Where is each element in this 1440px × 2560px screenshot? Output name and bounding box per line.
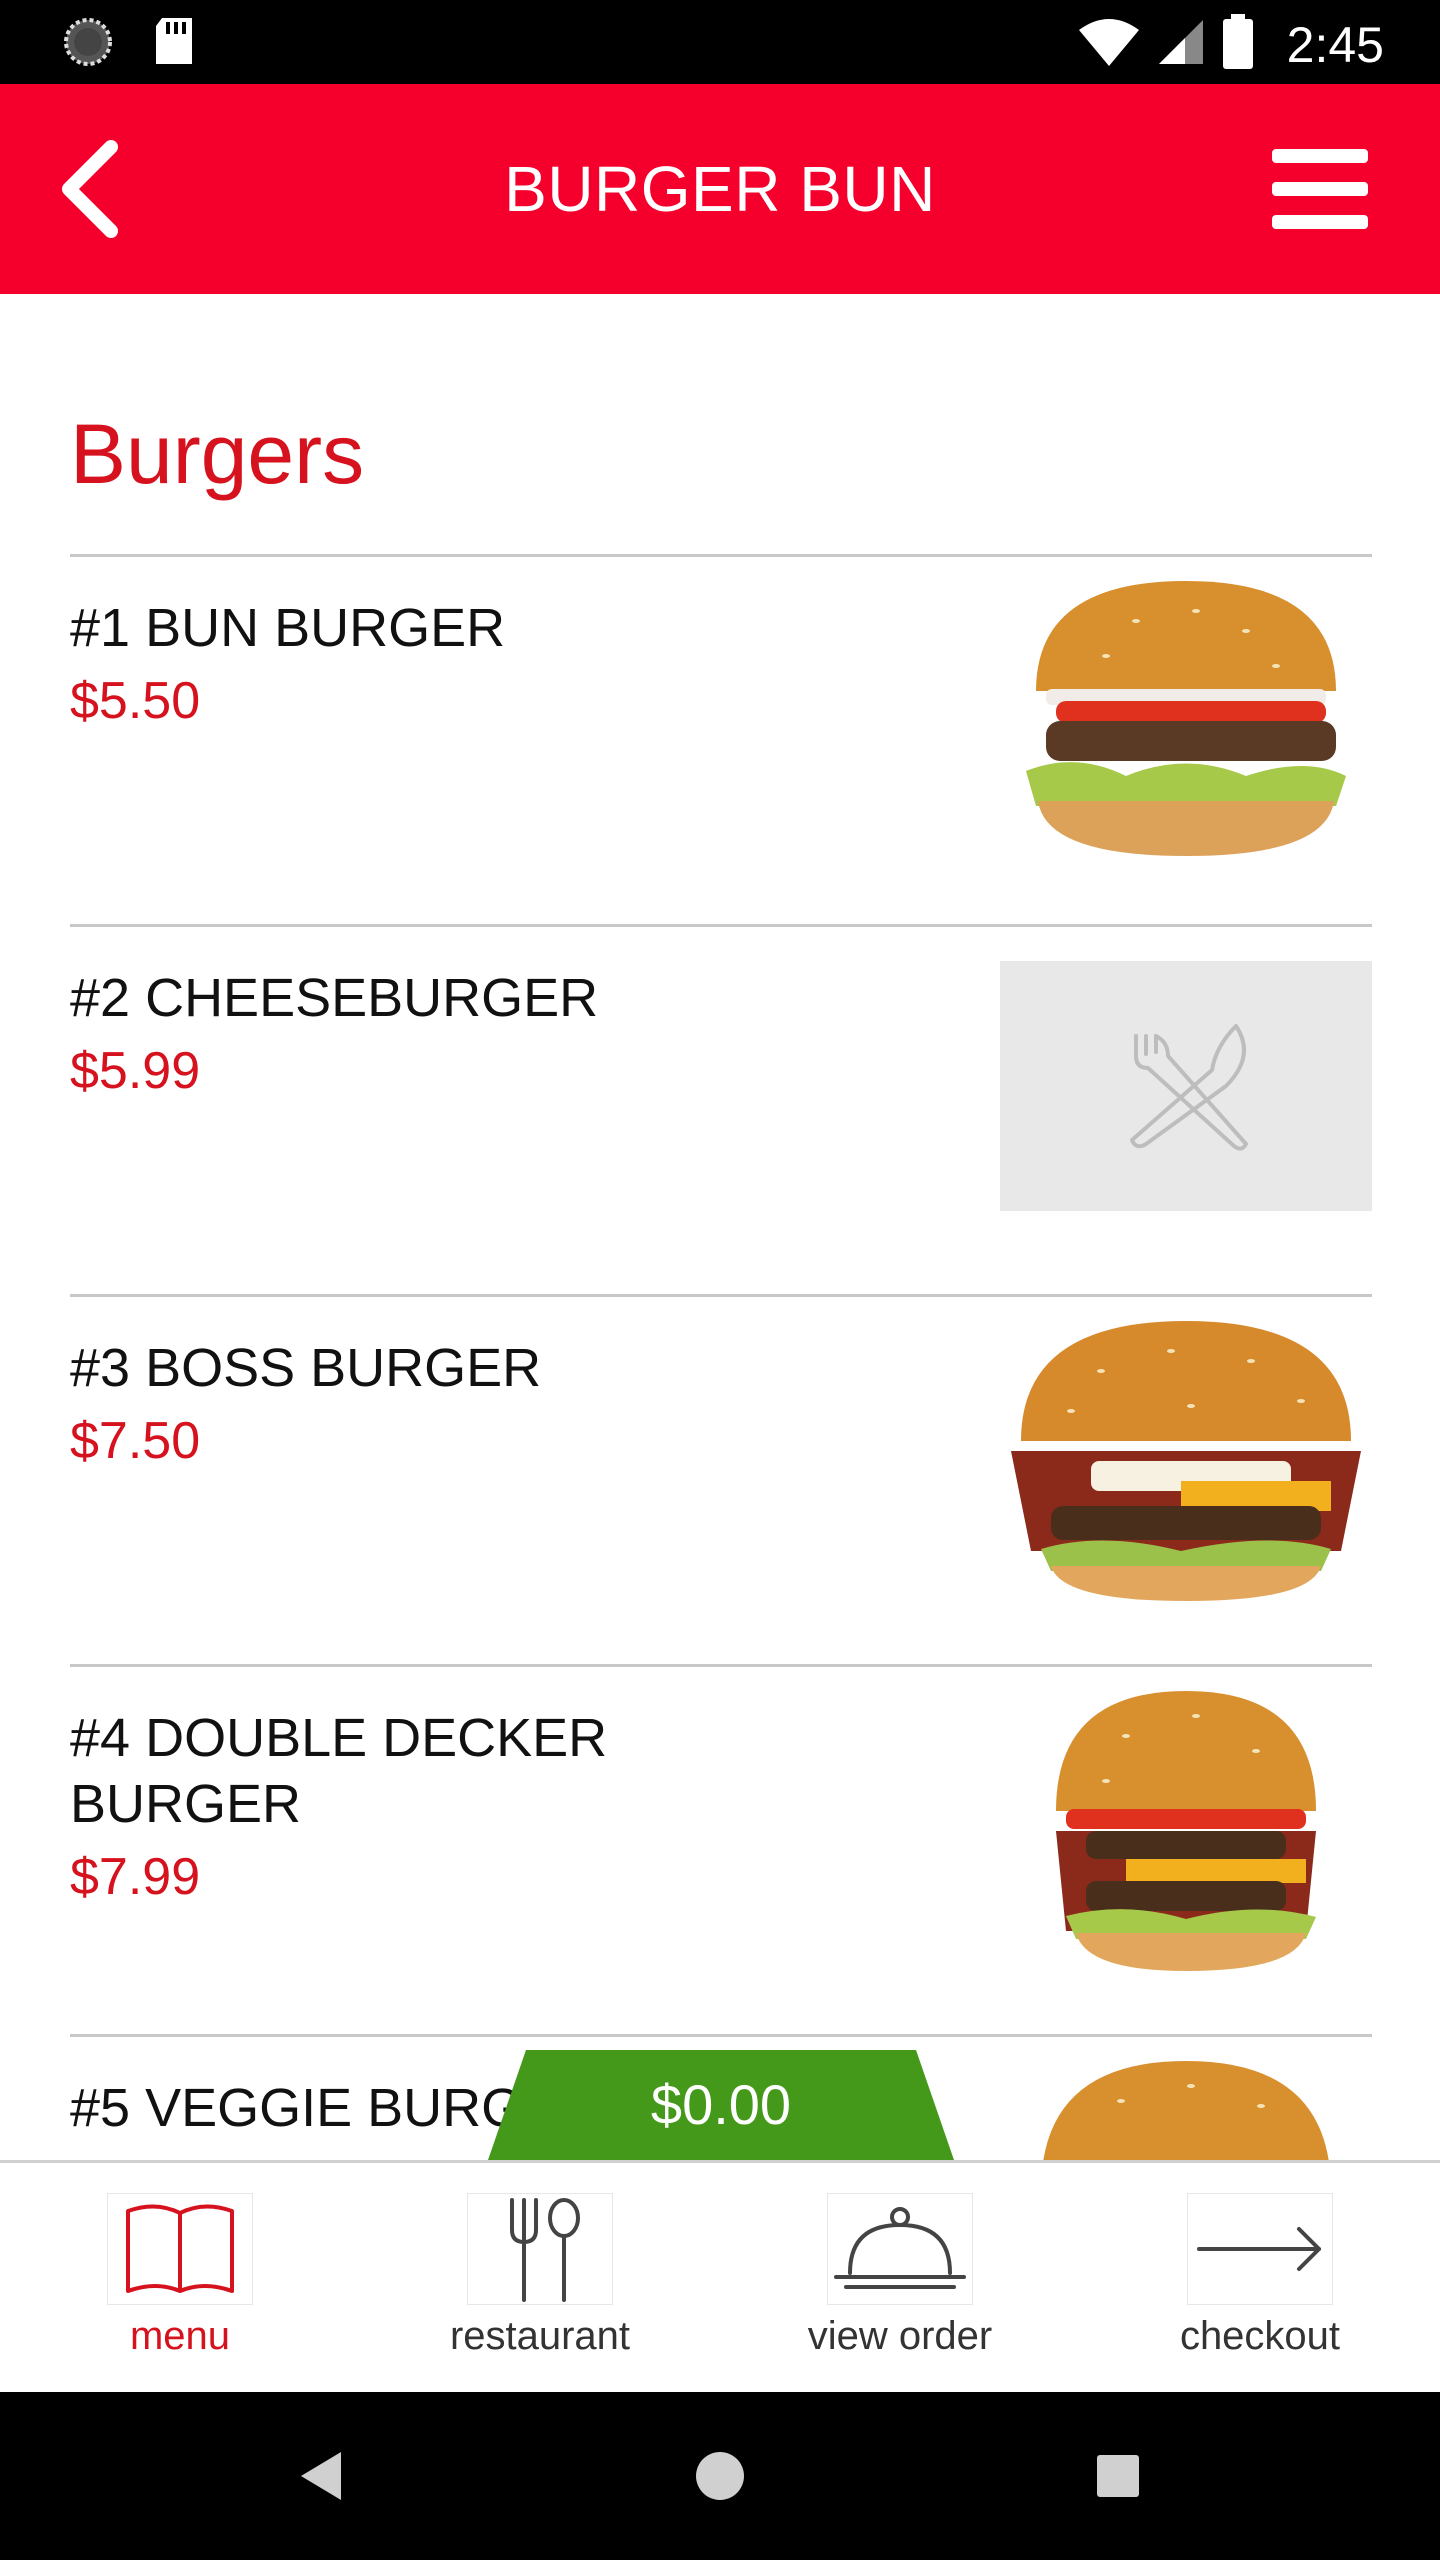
battery-icon: [1221, 14, 1255, 75]
item-price: $7.50: [70, 1412, 201, 1470]
circle-home-icon: [696, 2452, 744, 2500]
menu-button[interactable]: [1260, 139, 1380, 239]
nav-icon-box: [467, 2193, 613, 2305]
nav-item-checkout[interactable]: checkout: [1080, 2163, 1440, 2392]
item-name: #2 CHEESEBURGER: [70, 968, 599, 1028]
nav-item-restaurant[interactable]: restaurant: [360, 2163, 720, 2392]
burger-photo: [1000, 2061, 1372, 2160]
section-title: Burgers: [70, 407, 365, 501]
nav-icon-box: [107, 2193, 253, 2305]
system-back-button[interactable]: [280, 2436, 360, 2516]
nav-label: view order: [807, 2314, 993, 2358]
square-recents-icon: [1097, 2455, 1139, 2497]
app-title: BURGER BUN: [504, 153, 936, 225]
nav-label: restaurant: [449, 2314, 631, 2358]
food-cloche-icon: [834, 2207, 966, 2289]
back-button[interactable]: [40, 139, 140, 239]
burger-photo: [1000, 1691, 1372, 1971]
status-left-icons: [62, 16, 196, 73]
item-name: #3 BOSS BURGER: [70, 1338, 542, 1398]
menu-content[interactable]: Burgers #1 BUN BURGER $5.50 #2 CHEESEBUR…: [0, 294, 1440, 2160]
app-bar: BURGER BUN: [0, 84, 1440, 294]
item-name: #1 BUN BURGER: [70, 598, 506, 658]
list-item[interactable]: #2 CHEESEBURGER $5.99: [70, 924, 1372, 1294]
nav-icon-box: [1187, 2193, 1333, 2305]
fork-spoon-icon: [510, 2198, 580, 2302]
bottom-nav: menu restaurant view order checkout: [0, 2160, 1440, 2392]
list-item[interactable]: #3 BOSS BURGER $7.50: [70, 1294, 1372, 1664]
item-price: $5.50: [70, 672, 201, 730]
nav-icon-box: [827, 2193, 973, 2305]
chevron-left-icon: [62, 140, 118, 238]
burger-photo: [1000, 1321, 1372, 1601]
list-item[interactable]: #1 BUN BURGER $5.50: [70, 554, 1372, 924]
image-placeholder: [1000, 961, 1372, 1211]
nav-label: menu: [129, 2314, 231, 2358]
list-item[interactable]: #4 DOUBLE DECKER BURGER $7.99: [70, 1664, 1372, 2034]
nav-item-view-order[interactable]: view order: [720, 2163, 1080, 2392]
status-right-icons: 2:45: [1077, 14, 1384, 75]
wifi-icon: [1077, 16, 1141, 73]
item-list: #1 BUN BURGER $5.50 #2 CHEESEBURGER $5.9…: [70, 554, 1372, 2160]
cart-total-button[interactable]: $0.00: [488, 2050, 954, 2160]
item-price: $5.99: [70, 1042, 201, 1100]
burger-photo: [1000, 581, 1372, 856]
status-time: 2:45: [1286, 16, 1384, 73]
system-home-button[interactable]: [680, 2436, 760, 2516]
system-nav-bar: [0, 2392, 1440, 2560]
system-recents-button[interactable]: [1078, 2436, 1158, 2516]
triangle-back-icon: [301, 2452, 341, 2500]
hamburger-menu-icon: [1272, 149, 1368, 229]
item-name: #4 DOUBLE DECKER BURGER: [70, 1708, 608, 1834]
loading-icon: [62, 16, 114, 73]
item-price: $7.99: [70, 1848, 201, 1906]
status-bar: 2:45: [0, 0, 1440, 84]
nav-label: checkout: [1179, 2314, 1341, 2358]
arrow-right-icon: [1197, 2227, 1321, 2271]
cart-total-amount: $0.00: [650, 2073, 792, 2136]
sd-card-icon: [152, 16, 196, 73]
open-book-icon: [126, 2204, 234, 2293]
placeholder-utensils-icon: [1130, 1024, 1248, 1151]
nav-item-menu[interactable]: menu: [0, 2163, 360, 2392]
signal-icon: [1155, 16, 1207, 73]
